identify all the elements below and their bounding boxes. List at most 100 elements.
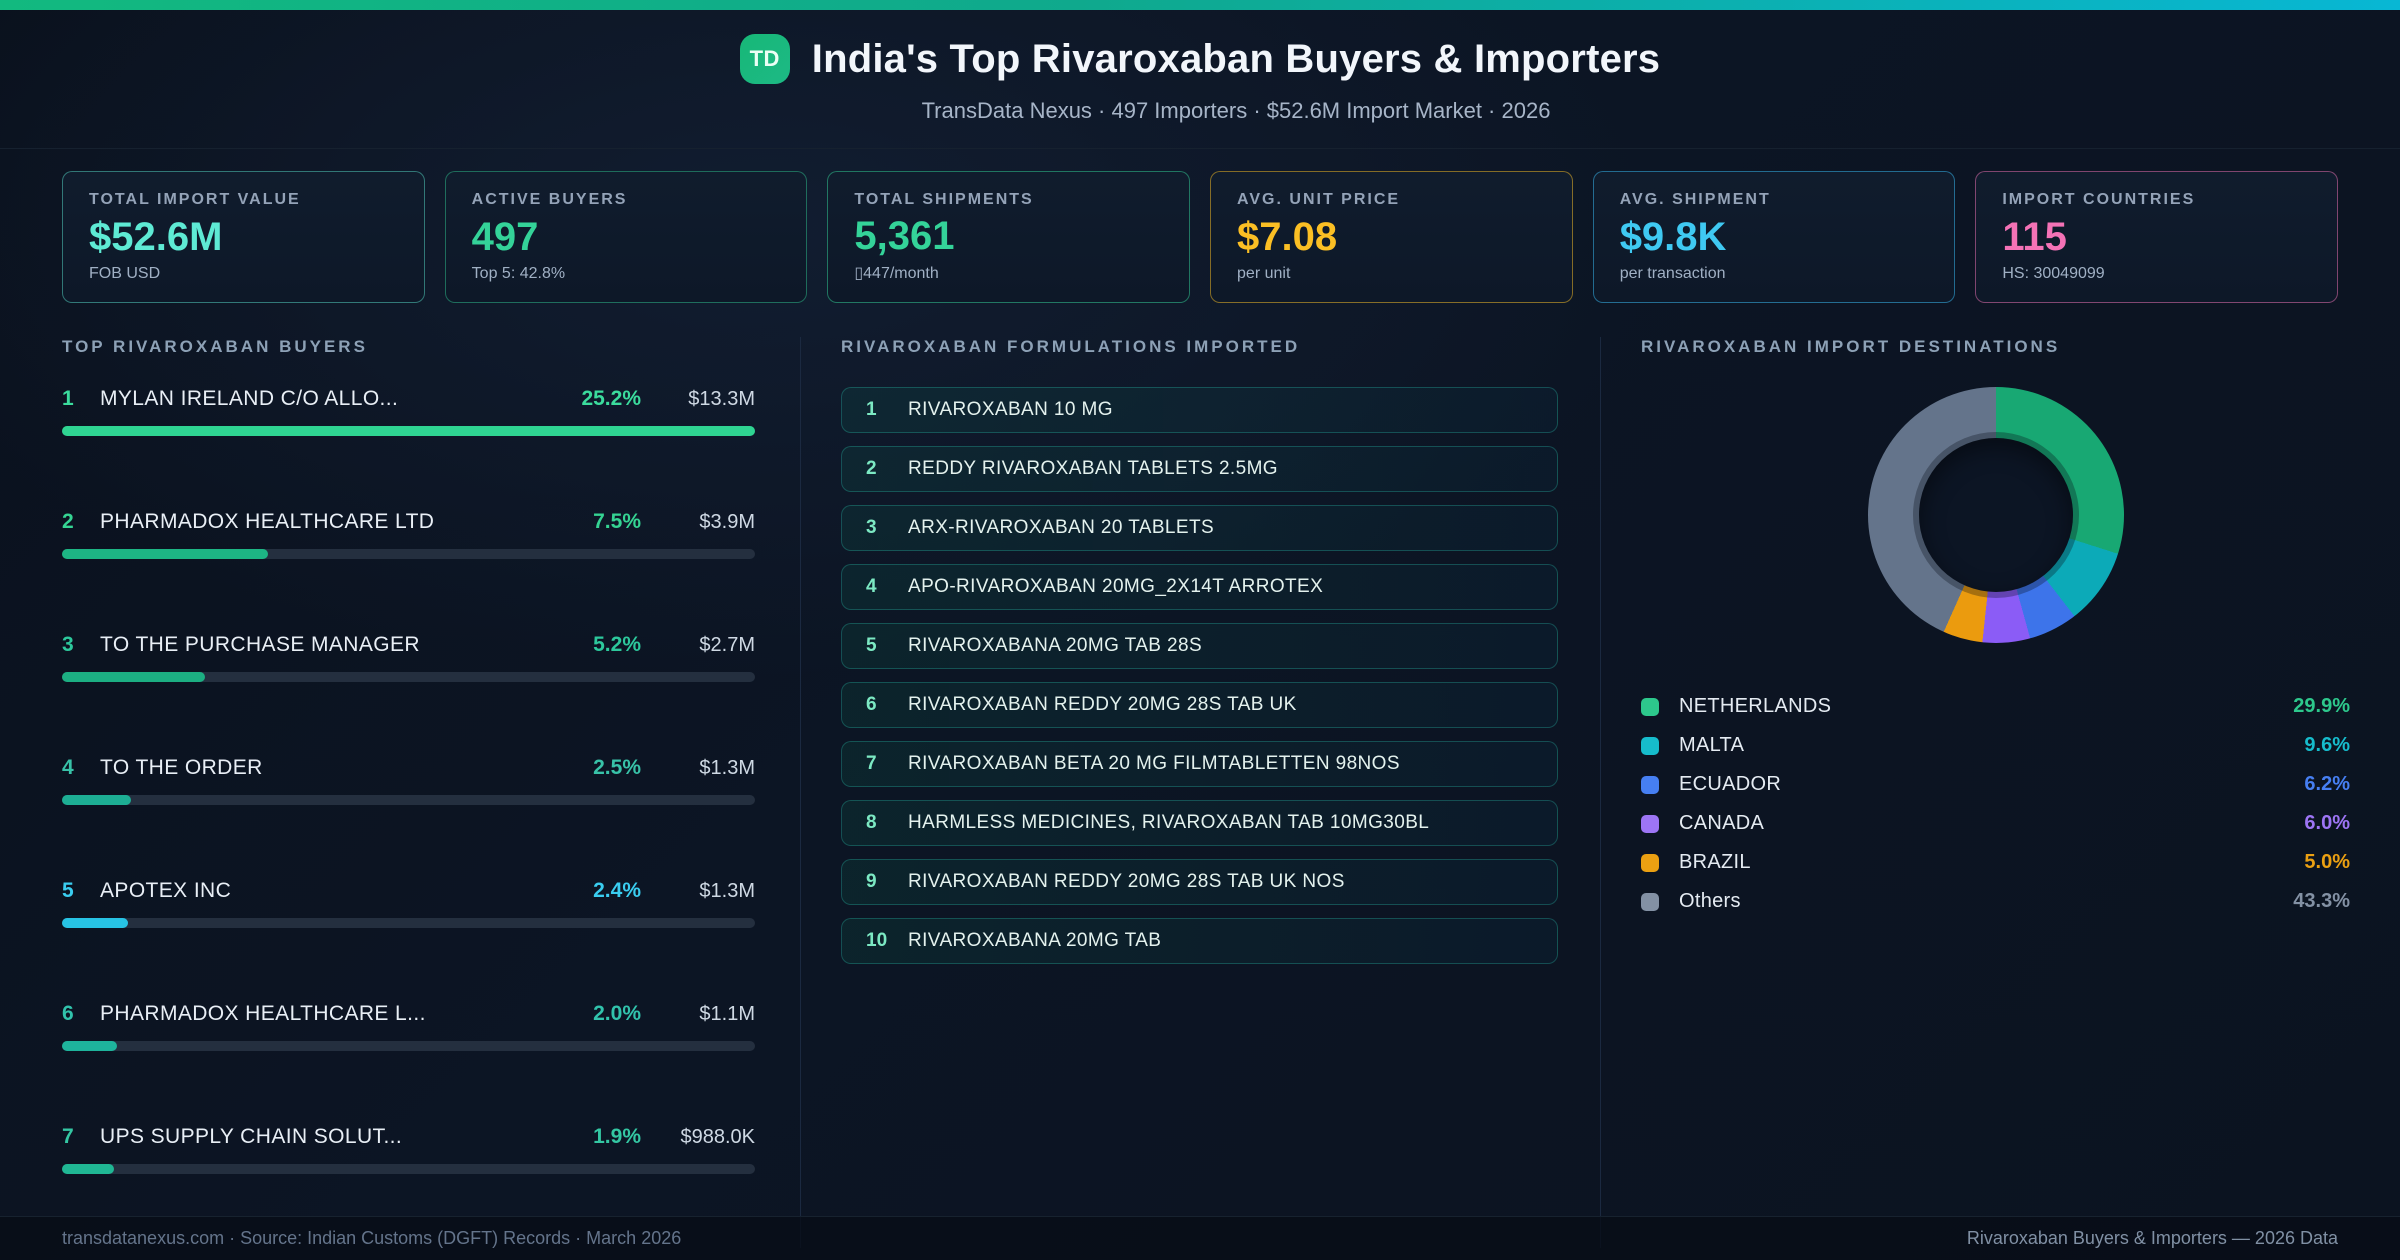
legend-country-label: ECUADOR <box>1679 773 1782 795</box>
stat-sub: FOB USD <box>89 265 161 282</box>
formulation-item[interactable]: 5 RIVAROXABANA 20MG TAB 28S <box>841 623 1558 669</box>
stat-label: IMPORT COUNTRIES <box>2002 191 2196 208</box>
buyer-row: 6 PHARMADOX HEALTHCARE L... 2.0% $1.1M <box>62 1002 755 1051</box>
formulation-item[interactable]: 10 RIVAROXABANA 20MG TAB <box>841 918 1558 964</box>
legend-row: BRAZIL 5.0% <box>1641 843 2350 882</box>
formulation-rank: 5 <box>866 635 877 656</box>
buyer-row: 1 MYLAN IRELAND C/O ALLO... 25.2% $13.3M <box>62 387 755 436</box>
formulation-item[interactable]: 8 HARMLESS MEDICINES, RIVAROXABAN TAB 10… <box>841 800 1558 846</box>
buyer-rank: 6 <box>62 1002 74 1025</box>
destinations-panel: RIVAROXABAN IMPORT DESTINATIONS NETHERLA… <box>1600 337 2400 1248</box>
buyer-row: 5 APOTEX INC 2.4% $1.3M <box>62 879 755 928</box>
dashboard-page: TD India's Top Rivaroxaban Buyers & Impo… <box>0 0 2400 1260</box>
buyer-row-head: 6 PHARMADOX HEALTHCARE L... 2.0% $1.1M <box>62 1002 755 1026</box>
buyer-row: 3 TO THE PURCHASE MANAGER 5.2% $2.7M <box>62 633 755 682</box>
stat-label: TOTAL IMPORT VALUE <box>89 191 301 208</box>
stat-sub: HS: 30049099 <box>2002 265 2105 282</box>
stat-sub: ▯447/month <box>854 265 939 282</box>
legend-color-swatch <box>1641 736 1659 755</box>
formulation-item[interactable]: 1 RIVAROXABAN 10 MG <box>841 387 1558 433</box>
legend-share-pct: 43.3% <box>2293 890 2350 912</box>
buyers-panel-title: TOP RIVAROXABAN BUYERS <box>62 337 368 356</box>
stat-value: 497 <box>471 215 539 259</box>
buyer-share-pct: 7.5% <box>593 510 641 533</box>
buyer-bar-fill <box>62 918 128 928</box>
buyer-rank: 3 <box>62 633 74 656</box>
destinations-panel-title: RIVAROXABAN IMPORT DESTINATIONS <box>1641 337 2061 356</box>
legend-share-pct: 6.2% <box>2304 773 2350 795</box>
formulation-name: RIVAROXABAN 10 MG <box>908 399 1113 420</box>
legend-color-swatch <box>1641 775 1659 794</box>
formulation-rank: 6 <box>866 694 877 715</box>
buyer-row-head: 5 APOTEX INC 2.4% $1.3M <box>62 879 755 903</box>
stat-value: 5,361 <box>854 214 955 258</box>
buyer-import-value: $3.9M <box>699 511 755 533</box>
buyer-row-head: 4 TO THE ORDER 2.5% $1.3M <box>62 756 755 780</box>
buyer-bar-fill <box>62 426 755 436</box>
legend-country-label: MALTA <box>1679 734 1745 756</box>
buyer-import-value: $1.3M <box>699 757 755 779</box>
legend-country-label: Others <box>1679 890 1741 912</box>
footer: transdatanexus.com · Source: Indian Cust… <box>0 1216 2400 1260</box>
buyer-share-pct: 1.9% <box>593 1125 641 1148</box>
buyer-share-pct: 2.0% <box>593 1002 641 1025</box>
legend-country-label: CANADA <box>1679 812 1765 834</box>
stat-value: 115 <box>2002 215 2067 259</box>
buyer-share-pct: 25.2% <box>581 387 641 410</box>
stat-label: ACTIVE BUYERS <box>471 191 628 208</box>
buyer-name: UPS SUPPLY CHAIN SOLUT... <box>100 1125 403 1148</box>
formulation-item[interactable]: 3 ARX-RIVAROXABAN 20 TABLETS <box>841 505 1558 551</box>
legend-color-swatch <box>1641 892 1659 911</box>
buyer-name: TO THE PURCHASE MANAGER <box>100 633 420 656</box>
buyer-row: 7 UPS SUPPLY CHAIN SOLUT... 1.9% $988.0K <box>62 1125 755 1174</box>
formulation-item[interactable]: 7 RIVAROXABAN BETA 20 MG FILMTABLETTEN 9… <box>841 741 1558 787</box>
formulation-item[interactable]: 6 RIVAROXABAN REDDY 20MG 28S TAB UK <box>841 682 1558 728</box>
buyer-bar-fill <box>62 672 205 682</box>
stat-sub: Top 5: 42.8% <box>471 265 566 282</box>
formulation-rank: 7 <box>866 753 877 774</box>
stat-value: $9.8K <box>1619 215 1727 259</box>
formulation-rank: 1 <box>866 399 877 420</box>
legend-color-swatch <box>1641 853 1659 872</box>
content: TOP RIVAROXABAN BUYERS 1 MYLAN IRELAND C… <box>0 303 2400 1248</box>
buyer-share-pct: 2.5% <box>593 756 641 779</box>
stat-label: TOTAL SHIPMENTS <box>854 191 1034 208</box>
formulation-name: RIVAROXABAN REDDY 20MG 28S TAB UK <box>908 694 1297 715</box>
formulations-panel-title: RIVAROXABAN FORMULATIONS IMPORTED <box>841 337 1301 356</box>
buyer-row: 4 TO THE ORDER 2.5% $1.3M <box>62 756 755 805</box>
top-accent-bar <box>0 0 2400 10</box>
legend-share-pct: 9.6% <box>2304 734 2350 756</box>
formulations-panel: RIVAROXABAN FORMULATIONS IMPORTED 1 RIVA… <box>800 337 1600 1248</box>
formulation-name: RIVAROXABANA 20MG TAB 28S <box>908 635 1203 656</box>
buyer-import-value: $1.1M <box>699 1003 755 1025</box>
buyer-share-pct: 5.2% <box>593 633 641 656</box>
stat-card: IMPORT COUNTRIES 115 HS: 30049099 <box>1975 171 2339 303</box>
brand-row: TD India's Top Rivaroxaban Buyers & Impo… <box>739 34 1661 84</box>
legend-row: MALTA 9.6% <box>1641 726 2350 765</box>
formulation-rank: 8 <box>866 812 877 833</box>
footer-report-label: Rivaroxaban Buyers & Importers — 2026 Da… <box>1966 1228 2338 1248</box>
buyer-bar-track <box>62 795 755 805</box>
buyer-rank: 1 <box>62 387 74 410</box>
stat-label: AVG. UNIT PRICE <box>1237 191 1401 208</box>
buyer-bar-track <box>62 672 755 682</box>
buyer-row: 2 PHARMADOX HEALTHCARE LTD 7.5% $3.9M <box>62 510 755 559</box>
formulation-name: APO-RIVAROXABAN 20MG_2X14T ARROTEX <box>908 576 1324 597</box>
formulation-rank: 10 <box>866 930 888 951</box>
legend-row: Others 43.3% <box>1641 882 2350 921</box>
buyer-bar-fill <box>62 795 131 805</box>
formulation-item[interactable]: 9 RIVAROXABAN REDDY 20MG 28S TAB UK NOS <box>841 859 1558 905</box>
formulation-item[interactable]: 2 REDDY RIVAROXABAN TABLETS 2.5MG <box>841 446 1558 492</box>
brand-logo: TD <box>739 34 790 84</box>
buyers-list: 1 MYLAN IRELAND C/O ALLO... 25.2% $13.3M… <box>62 387 755 1174</box>
formulation-rank: 3 <box>866 517 877 538</box>
formulation-item[interactable]: 4 APO-RIVAROXABAN 20MG_2X14T ARROTEX <box>841 564 1558 610</box>
buyer-name: APOTEX INC <box>100 879 232 902</box>
legend-share-pct: 5.0% <box>2304 851 2350 873</box>
stat-sub: per transaction <box>1619 265 1726 282</box>
destinations-legend: NETHERLANDS 29.9% MALTA 9.6% ECUADOR 6.2… <box>1641 687 2350 921</box>
buyer-row-head: 2 PHARMADOX HEALTHCARE LTD 7.5% $3.9M <box>62 510 755 534</box>
page-subtitle: TransData Nexus · 497 Importers · $52.6M… <box>921 98 1551 123</box>
legend-country-label: NETHERLANDS <box>1679 695 1832 717</box>
stats-row: TOTAL IMPORT VALUE $52.6M FOB USD ACTIVE… <box>0 149 2400 303</box>
